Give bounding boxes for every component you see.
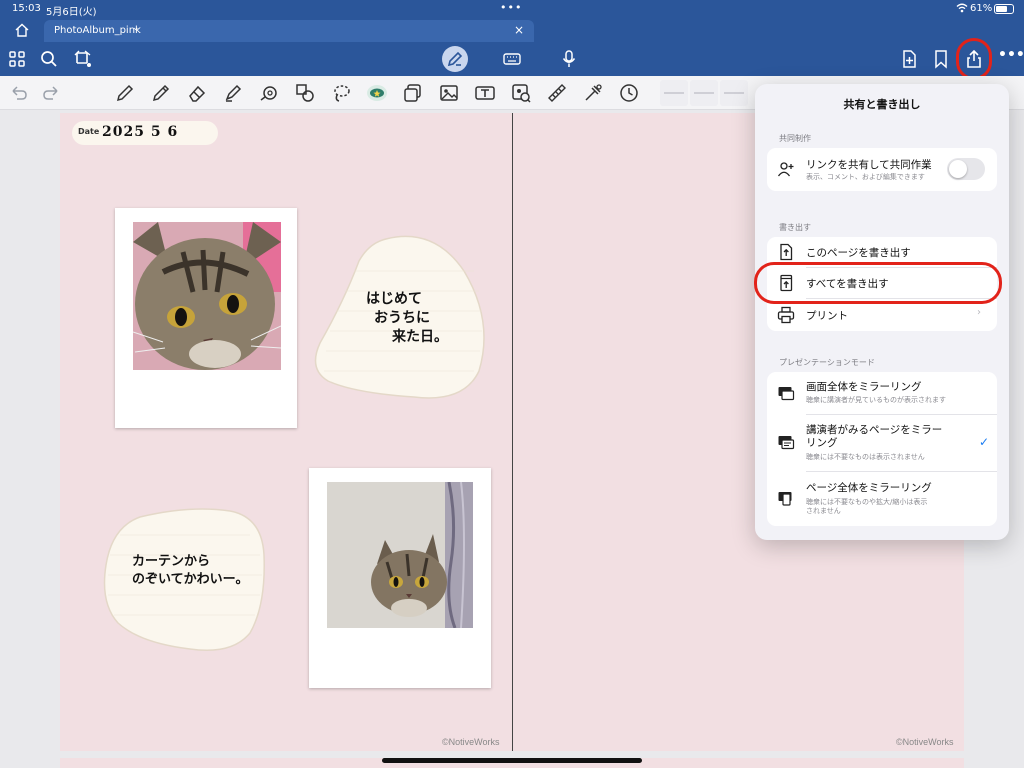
close-tab-icon[interactable]: × bbox=[514, 23, 524, 37]
pen-mode-icon[interactable] bbox=[442, 46, 468, 72]
export-page-icon bbox=[777, 243, 795, 261]
status-bar: 15:03 5月6日(火) ••• 61% bbox=[0, 0, 1024, 18]
share-link-sub: 表示、コメント、および編集できます bbox=[806, 173, 925, 181]
add-person-icon bbox=[777, 160, 795, 178]
date-handwriting: 2025 5 6 bbox=[102, 124, 179, 140]
redo-icon[interactable] bbox=[42, 84, 60, 102]
grid-icon[interactable] bbox=[7, 49, 27, 69]
clock-icon[interactable] bbox=[618, 82, 640, 104]
mirror-screen-sub: 聴衆に講演者が見ているものが表示されます bbox=[806, 396, 946, 404]
mirror-presenter-label-2: リング bbox=[806, 437, 838, 449]
shapes-icon[interactable] bbox=[294, 82, 316, 104]
bubble-1-line-1: はじめて bbox=[366, 291, 422, 307]
bubble-1-text: はじめて おうちに 来た日。 bbox=[366, 290, 448, 347]
mirror-presenter-row[interactable]: 講演者がみるページをミラー リング 聴衆には不要なものは表示されません ✓ bbox=[767, 415, 997, 472]
laser-pointer-icon[interactable] bbox=[582, 82, 604, 104]
chevron-right-icon: › bbox=[977, 307, 981, 318]
credit-left: ©NotiveWorks bbox=[442, 737, 500, 747]
image-tool-icon[interactable] bbox=[438, 82, 460, 104]
polaroid-photo-2[interactable] bbox=[309, 468, 491, 688]
share-highlight-circle bbox=[956, 38, 992, 80]
date-field: Date 2025 5 6 bbox=[72, 121, 218, 145]
status-time: 15:03 bbox=[12, 3, 41, 14]
bubble-2-line-2: のぞいてかわいー。 bbox=[132, 571, 249, 587]
printer-icon bbox=[777, 306, 795, 324]
collab-group: リンクを共有して共同作業 表示、コメント、および編集できます bbox=[767, 148, 997, 191]
bubble-1-line-3: 来た日。 bbox=[392, 328, 448, 345]
battery-icon bbox=[994, 4, 1014, 14]
mirror-screen-row[interactable]: 画面全体をミラーリング 聴衆に講演者が見ているものが表示されます bbox=[767, 372, 997, 415]
mirror-screen-label: 画面全体をミラーリング bbox=[806, 381, 922, 393]
tab-photoalbum[interactable]: PhotoAlbum_pink ⌄ × bbox=[44, 20, 534, 42]
tab-bar: PhotoAlbum_pink ⌄ × bbox=[0, 18, 1024, 42]
presentation-group: 画面全体をミラーリング 聴衆に講演者が見ているものが表示されます 講演者がみるペ… bbox=[767, 372, 997, 526]
page-left[interactable]: Date 2025 5 6 はじめて おうちに 来た日。 カーテンから のぞいて… bbox=[60, 113, 512, 751]
shape-tool-icon[interactable] bbox=[258, 82, 280, 104]
pen-tool-icon[interactable] bbox=[114, 82, 136, 104]
lasso-select-icon[interactable] bbox=[73, 49, 93, 69]
bookmark-icon[interactable] bbox=[931, 49, 951, 69]
multitask-dots[interactable]: ••• bbox=[500, 1, 522, 14]
mirror-page-row[interactable]: ページ全体をミラーリング 聴衆には不要なものや拡大/縮小は表示 されません bbox=[767, 472, 997, 526]
share-link-toggle[interactable] bbox=[947, 158, 985, 180]
export-all-highlight-circle bbox=[754, 262, 1002, 304]
credit-right: ©NotiveWorks bbox=[896, 737, 954, 747]
tab-label: PhotoAlbum_pink bbox=[54, 25, 141, 36]
ruler-icon[interactable] bbox=[546, 82, 568, 104]
share-export-popover: 共有と書き出し 共同制作 リンクを共有して共同作業 表示、コメント、および編集で… bbox=[755, 84, 1009, 540]
print-label: プリント bbox=[806, 310, 848, 322]
share-link-row[interactable]: リンクを共有して共同作業 表示、コメント、および編集できます bbox=[767, 148, 997, 191]
more-icon[interactable]: ••• bbox=[998, 47, 1024, 67]
section-collab-header: 共同制作 bbox=[779, 134, 811, 143]
search-icon[interactable] bbox=[39, 49, 59, 69]
main-toolbar: ••• bbox=[0, 42, 1024, 76]
wifi-icon bbox=[956, 3, 968, 13]
lasso-tool-icon[interactable] bbox=[330, 82, 352, 104]
camera-capture-icon[interactable] bbox=[510, 82, 532, 104]
highlighter-tool-icon[interactable] bbox=[222, 82, 244, 104]
undo-icon[interactable] bbox=[10, 84, 28, 102]
keyboard-icon[interactable] bbox=[502, 49, 522, 69]
bubble-2-text: カーテンから のぞいてかわいー。 bbox=[132, 553, 248, 588]
share-link-label: リンクを共有して共同作業 bbox=[806, 159, 932, 171]
swatch-1[interactable] bbox=[660, 80, 688, 106]
element-tool-icon[interactable] bbox=[402, 82, 424, 104]
mirror-screen-icon bbox=[777, 384, 795, 402]
mirror-page-sub-1: 聴衆には不要なものや拡大/縮小は表示 bbox=[806, 498, 928, 506]
battery-percent: 61% bbox=[970, 3, 993, 14]
polaroid-photo-1[interactable] bbox=[115, 208, 297, 428]
home-icon[interactable] bbox=[14, 22, 30, 38]
add-page-icon[interactable] bbox=[899, 49, 919, 69]
popover-title: 共有と書き出し bbox=[843, 98, 921, 111]
chevron-down-icon[interactable]: ⌄ bbox=[132, 23, 140, 33]
microphone-icon[interactable] bbox=[559, 49, 579, 69]
swatch-2[interactable] bbox=[690, 80, 718, 106]
text-box-icon[interactable] bbox=[474, 82, 496, 104]
mirror-presenter-sub: 聴衆には不要なものは表示されません bbox=[806, 453, 925, 461]
section-export-header: 書き出す bbox=[779, 223, 811, 232]
bubble-1-line-2: おうちに bbox=[374, 309, 430, 326]
home-indicator[interactable] bbox=[382, 758, 642, 763]
cat-photo-2 bbox=[327, 482, 473, 628]
export-page-label: このページを書き出す bbox=[806, 247, 911, 259]
section-presentation-header: プレゼンテーションモード bbox=[779, 358, 875, 367]
mirror-page-label: ページ全体をミラーリング bbox=[806, 482, 932, 494]
bubble-2-line-1: カーテンから bbox=[132, 554, 211, 569]
cat-photo-1 bbox=[133, 222, 281, 370]
eraser-tool-icon[interactable] bbox=[186, 82, 208, 104]
sticker-tool-icon[interactable] bbox=[366, 82, 388, 104]
mirror-page-sub-2: されません bbox=[806, 507, 841, 515]
pencil-tool-icon[interactable] bbox=[150, 82, 172, 104]
mirror-page-icon bbox=[777, 489, 795, 507]
swatch-3[interactable] bbox=[720, 80, 748, 106]
checkmark-icon: ✓ bbox=[979, 435, 990, 449]
date-label: Date bbox=[78, 127, 100, 136]
mirror-presenter-icon bbox=[777, 433, 795, 451]
status-date: 5月6日(火) bbox=[46, 7, 97, 18]
